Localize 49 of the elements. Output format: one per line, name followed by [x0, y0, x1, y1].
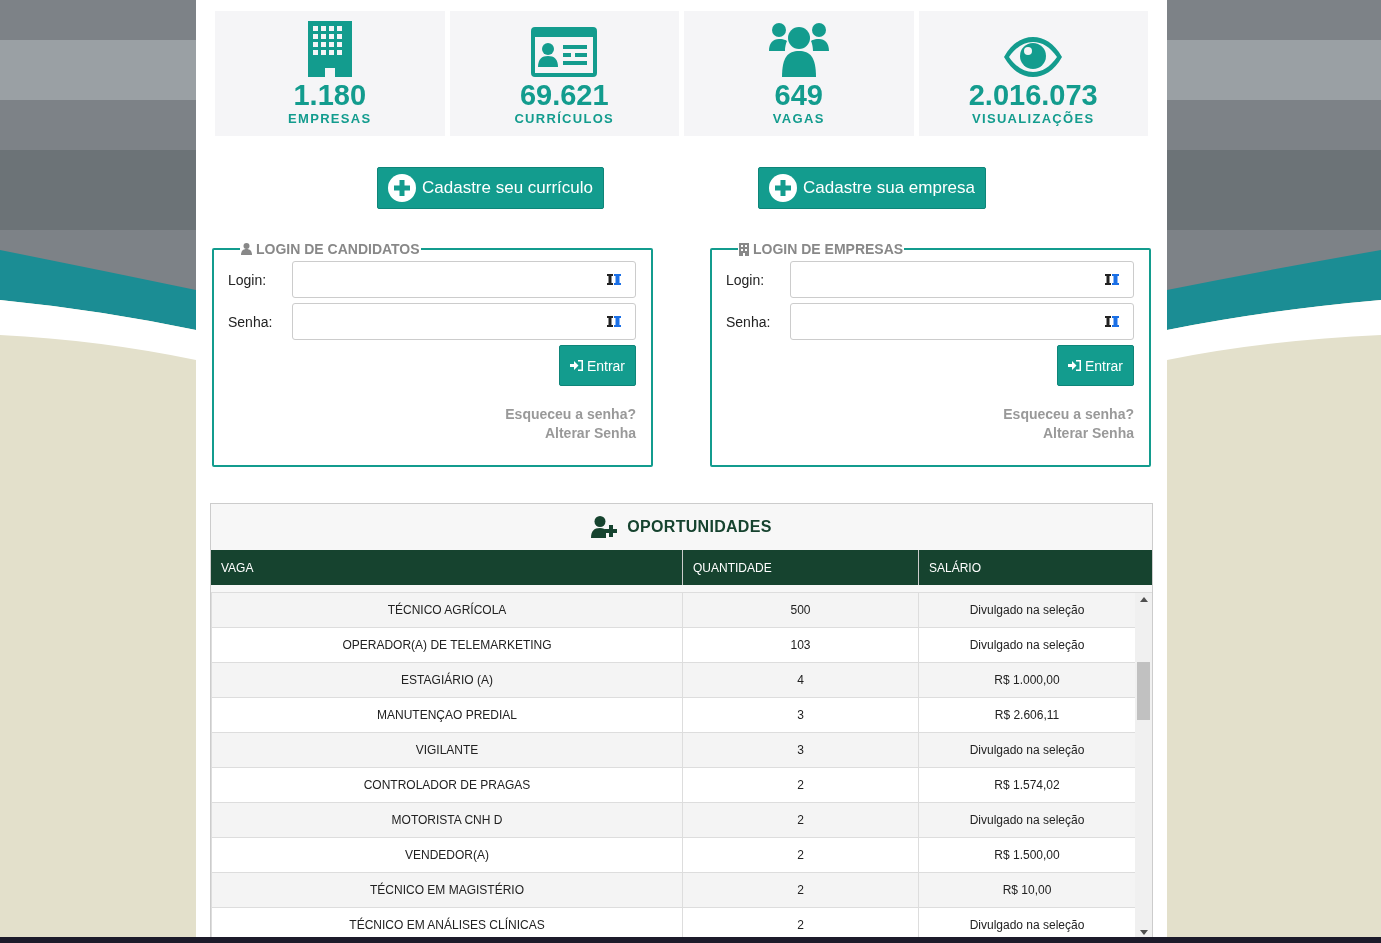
- scroll-down-icon[interactable]: [1139, 930, 1148, 935]
- column-header: SALÁRIO: [918, 550, 1152, 585]
- panel-title: LOGIN DE CANDIDATOS: [256, 241, 420, 257]
- field-label: Senha:: [228, 313, 274, 330]
- building-icon: [739, 242, 749, 256]
- change-password-link[interactable]: Alterar Senha: [544, 425, 636, 441]
- panel-title: LOGIN DE EMPRESAS: [753, 241, 904, 257]
- autofill-icon: [607, 316, 621, 327]
- id-card-icon: [531, 27, 598, 77]
- signup-button[interactable]: Cadastre sua empresa: [758, 167, 986, 209]
- user-plus-icon: [591, 516, 620, 538]
- scroll-up-icon[interactable]: [1139, 597, 1148, 602]
- login-button[interactable]: Entrar: [1056, 345, 1134, 386]
- scrollbar[interactable]: [1135, 593, 1152, 937]
- field-label: Login:: [726, 271, 766, 288]
- input-field[interactable]: [292, 303, 636, 340]
- input-field[interactable]: [790, 261, 1134, 298]
- autofill-icon: [1105, 316, 1119, 327]
- forgot-password-link[interactable]: Esqueceu a senha?: [1003, 406, 1134, 422]
- forgot-password-link[interactable]: Esqueceu a senha?: [505, 406, 636, 422]
- change-password-link[interactable]: Alterar Senha: [1042, 425, 1134, 441]
- sign-in-icon: [569, 360, 583, 371]
- stat-value: 1.180: [293, 79, 367, 111]
- user-icon: [241, 243, 252, 255]
- scroll-thumb[interactable]: [1137, 662, 1150, 720]
- section-title: OPORTUNIDADES: [627, 518, 772, 536]
- column-header: QUANTIDADE: [682, 550, 918, 585]
- input-field[interactable]: [292, 261, 636, 298]
- users-icon: [768, 21, 829, 77]
- stat-label: VISUALIZAÇÕES: [972, 111, 1095, 126]
- sign-in-icon: [1067, 360, 1081, 371]
- stat-label: EMPRESAS: [288, 111, 372, 126]
- autofill-icon: [607, 274, 621, 285]
- eye-icon: [1004, 37, 1063, 77]
- input-field[interactable]: [790, 303, 1134, 340]
- login-button[interactable]: Entrar: [558, 345, 636, 386]
- autofill-icon: [1105, 274, 1119, 285]
- plus-circle-icon: [388, 174, 416, 202]
- field-label: Login:: [228, 271, 268, 288]
- stat-label: VAGAS: [772, 111, 825, 126]
- column-header: VAGA: [220, 559, 255, 577]
- stat-value: 69.621: [519, 79, 609, 111]
- plus-circle-icon: [769, 174, 797, 202]
- stat-value: 649: [774, 79, 823, 111]
- stat-value: 2.016.073: [968, 79, 1098, 111]
- field-label: Senha:: [726, 313, 772, 330]
- building-icon: [307, 21, 352, 77]
- signup-button[interactable]: Cadastre seu currículo: [377, 167, 604, 209]
- stat-label: CURRÍCULOS: [514, 111, 615, 126]
